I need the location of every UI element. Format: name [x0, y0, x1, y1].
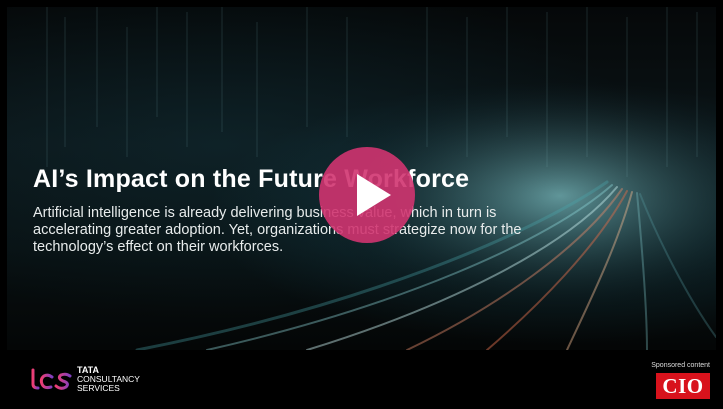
play-icon [357, 174, 391, 216]
footer-bar: TATA CONSULTANCY SERVICES Sponsored cont… [0, 350, 723, 409]
video-player[interactable]: AI’s Impact on the Future Workforce Arti… [0, 0, 723, 409]
cio-logo: CIO [656, 373, 710, 399]
sponsored-label: Sponsored content [651, 362, 710, 369]
tcs-logo-icon [30, 368, 72, 390]
company-line-3: SERVICES [77, 383, 120, 393]
video-description: Artificial intelligence is already deliv… [33, 205, 522, 255]
video-thumbnail[interactable]: AI’s Impact on the Future Workforce Arti… [7, 7, 716, 350]
play-button[interactable] [319, 147, 415, 243]
tcs-company-name: TATA CONSULTANCY SERVICES [77, 366, 140, 393]
